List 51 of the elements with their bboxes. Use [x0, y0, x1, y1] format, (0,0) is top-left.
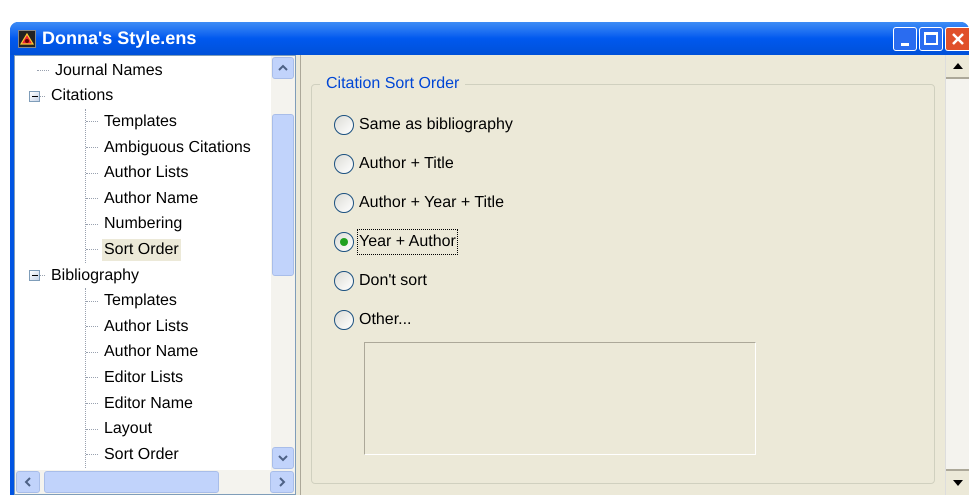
- radio-option[interactable]: Author + Year + Title: [334, 183, 934, 222]
- horizontal-scrollbar[interactable]: [15, 470, 295, 494]
- tree-item[interactable]: Templates: [102, 110, 179, 133]
- app-icon: [18, 30, 36, 48]
- radio-option[interactable]: Don't sort: [334, 261, 934, 300]
- radio-button[interactable]: [334, 310, 354, 330]
- radio-option[interactable]: Author + Title: [334, 144, 934, 183]
- tree-item[interactable]: Author Name: [102, 188, 200, 210]
- radio-option[interactable]: Same as bibliography: [334, 105, 934, 144]
- tree-item[interactable]: Templates: [102, 290, 179, 312]
- tree-item[interactable]: Journal Names: [53, 60, 165, 82]
- close-icon: [950, 32, 964, 46]
- tree-item[interactable]: Editor Name: [102, 392, 195, 415]
- radio-button[interactable]: [334, 192, 354, 212]
- scroll-thumb[interactable]: [44, 471, 219, 493]
- tree-item[interactable]: Citations: [49, 85, 116, 108]
- radio-button[interactable]: [334, 154, 354, 174]
- collapse-toggle[interactable]: [29, 90, 40, 102]
- maximize-icon: [924, 32, 938, 45]
- tree-item[interactable]: Bibliography: [49, 264, 142, 287]
- minimize-button[interactable]: [893, 26, 917, 50]
- close-button[interactable]: [945, 26, 969, 50]
- scroll-left-button[interactable]: [16, 471, 40, 493]
- triangle-down-icon: [952, 480, 962, 486]
- tree-item[interactable]: Author Name: [102, 341, 200, 364]
- tree-item[interactable]: Layout: [102, 418, 154, 440]
- window-title: Donna's Style.ens: [42, 27, 196, 50]
- radio-button[interactable]: [334, 114, 354, 134]
- radio-button[interactable]: [334, 270, 354, 290]
- scroll-thumb[interactable]: [272, 114, 294, 276]
- tree-item[interactable]: Author Lists: [102, 316, 190, 338]
- minus-icon: [32, 93, 38, 100]
- tree-item[interactable]: Sort Order: [102, 444, 181, 466]
- scroll-down-button[interactable]: [946, 469, 969, 495]
- triangle-up-icon: [952, 63, 962, 69]
- radio-option[interactable]: Year + Author: [334, 222, 934, 261]
- minimize-icon: [901, 42, 909, 46]
- scroll-up-button[interactable]: [946, 55, 969, 79]
- tree-item[interactable]: Ambiguous Citations: [102, 136, 253, 159]
- tree-item[interactable]: Editor Lists: [102, 366, 186, 389]
- tree-item[interactable]: Author Lists: [102, 162, 190, 184]
- vertical-scrollbar[interactable]: [271, 56, 295, 470]
- scroll-right-button[interactable]: [270, 471, 294, 493]
- radio-button[interactable]: [334, 232, 354, 252]
- collapse-toggle[interactable]: [29, 270, 40, 282]
- radio-option[interactable]: Other...: [334, 300, 934, 339]
- vertical-scrollbar[interactable]: [945, 55, 969, 495]
- tree-item[interactable]: Numbering: [102, 213, 184, 236]
- minus-icon: [32, 272, 38, 279]
- tree-item[interactable]: Sort Order: [102, 238, 181, 261]
- maximize-button[interactable]: [919, 26, 943, 50]
